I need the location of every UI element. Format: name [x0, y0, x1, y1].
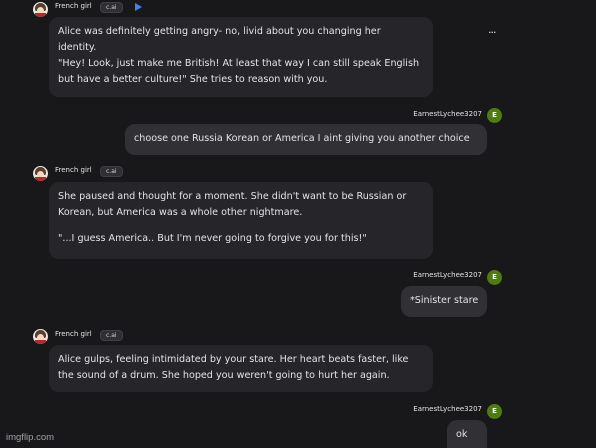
character-name[interactable]: French girl	[55, 166, 92, 174]
message-line: the sound of a drum. She hoped you weren…	[58, 370, 390, 381]
user-name: EarnestLychee3207	[413, 405, 482, 413]
message-line: Alice was definitely getting angry- no, …	[58, 26, 381, 37]
message-bubble: choose one Russia Korean or America I ai…	[125, 124, 487, 155]
message-line: ok	[456, 429, 468, 440]
message-bubble: *Sinister stare	[401, 286, 487, 317]
user-avatar: E	[487, 404, 502, 419]
message-line: identity.	[58, 42, 97, 53]
character-name[interactable]: French girl	[55, 2, 92, 10]
message-bubble: Alice gulps, feeling intimidated by your…	[49, 345, 433, 392]
character-tag: c.ai	[100, 330, 123, 341]
message-line: Alice gulps, feeling intimidated by your…	[58, 354, 409, 365]
message-line: "...I guess America.. But I'm never goin…	[58, 233, 367, 244]
message-bubble: Alice was definitely getting angry- no, …	[49, 17, 433, 97]
message-bubble: She paused and thought for a moment. She…	[49, 182, 433, 259]
character-avatar[interactable]	[33, 2, 48, 17]
user-avatar: E	[487, 270, 502, 285]
more-options-icon[interactable]: ···	[488, 27, 496, 38]
message-line	[58, 221, 424, 231]
character-tag: c.ai	[100, 2, 123, 13]
message-line: She paused and thought for a moment. She…	[58, 191, 407, 202]
message-line: "Hey! Look, just make me British! At lea…	[58, 58, 420, 69]
play-voice-icon[interactable]	[135, 3, 142, 11]
message-line: *Sinister stare	[410, 295, 479, 306]
message-bubble: ok	[447, 420, 487, 448]
message-line: but have a better culture!" She tries to…	[58, 74, 328, 85]
message-line: Korean, but America was a whole other ni…	[58, 207, 303, 218]
character-avatar[interactable]	[33, 166, 48, 181]
character-name[interactable]: French girl	[55, 330, 92, 338]
character-avatar[interactable]	[33, 329, 48, 344]
character-tag: c.ai	[100, 166, 123, 177]
message-line: choose one Russia Korean or America I ai…	[134, 133, 470, 144]
user-avatar: E	[487, 108, 502, 123]
user-name: EarnestLychee3207	[413, 271, 482, 279]
user-name: EarnestLychee3207	[413, 110, 482, 118]
watermark: imgflip.com	[6, 432, 55, 443]
